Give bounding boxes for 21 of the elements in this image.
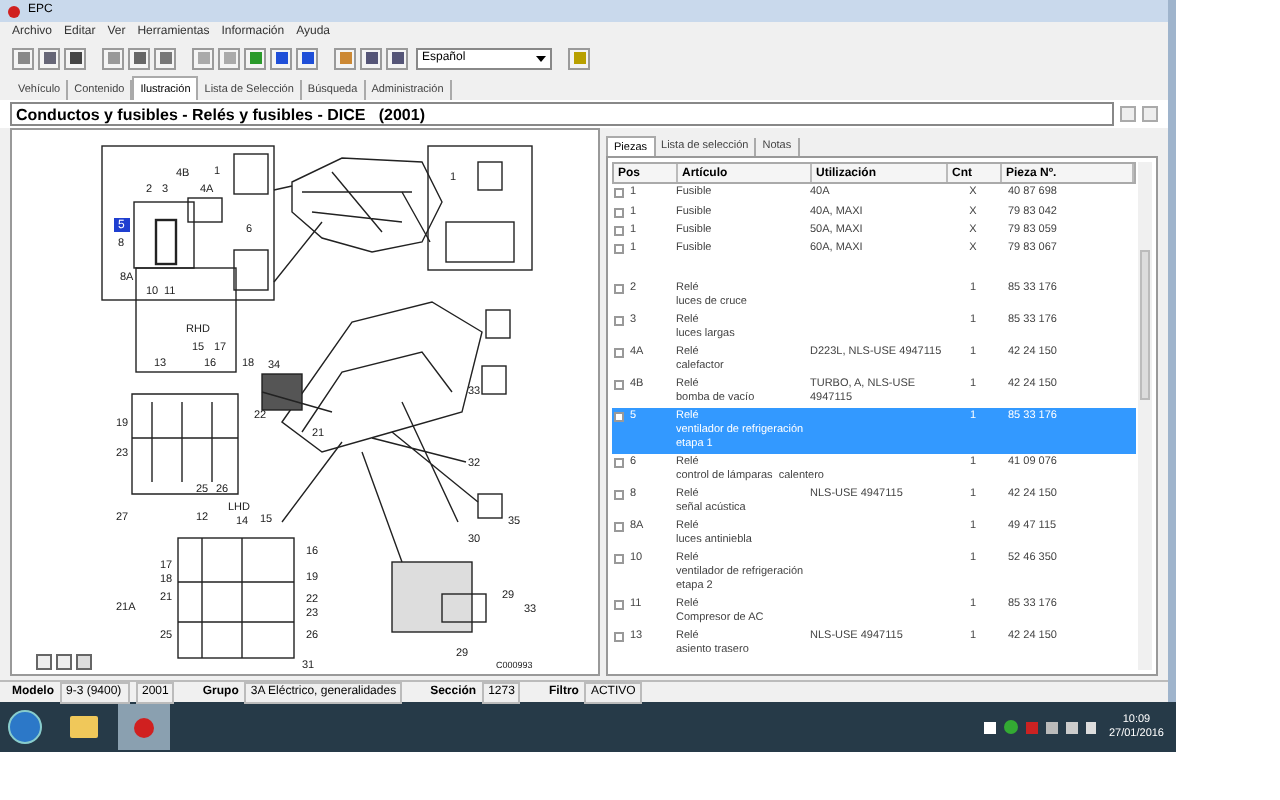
status-icon[interactable] bbox=[1004, 720, 1019, 734]
row-checkbox[interactable] bbox=[614, 188, 624, 199]
row-checkbox[interactable] bbox=[614, 457, 624, 467]
row-checkbox[interactable] bbox=[614, 631, 624, 641]
taskbar-app[interactable] bbox=[118, 704, 170, 750]
row-checkbox[interactable] bbox=[614, 315, 624, 325]
illustration-title: Conductos y fusibles - Relés y fusibles - DICE (2001) bbox=[10, 102, 1114, 126]
row-checkbox[interactable] bbox=[614, 244, 624, 255]
row-checkbox[interactable] bbox=[614, 489, 624, 499]
row-checkbox[interactable] bbox=[614, 283, 624, 293]
row-checkbox[interactable] bbox=[614, 411, 624, 421]
row-checkbox[interactable] bbox=[614, 599, 624, 609]
row-checkbox[interactable] bbox=[614, 521, 624, 531]
row-checkbox[interactable] bbox=[614, 347, 624, 357]
row-checkbox[interactable] bbox=[614, 207, 624, 218]
row-checkbox[interactable] bbox=[614, 225, 624, 236]
caret-icon bbox=[536, 55, 546, 61]
row-checkbox[interactable] bbox=[614, 379, 624, 389]
row-checkbox[interactable] bbox=[614, 553, 624, 563]
start-button[interactable] bbox=[8, 710, 42, 744]
scrollbar[interactable] bbox=[1138, 162, 1152, 670]
